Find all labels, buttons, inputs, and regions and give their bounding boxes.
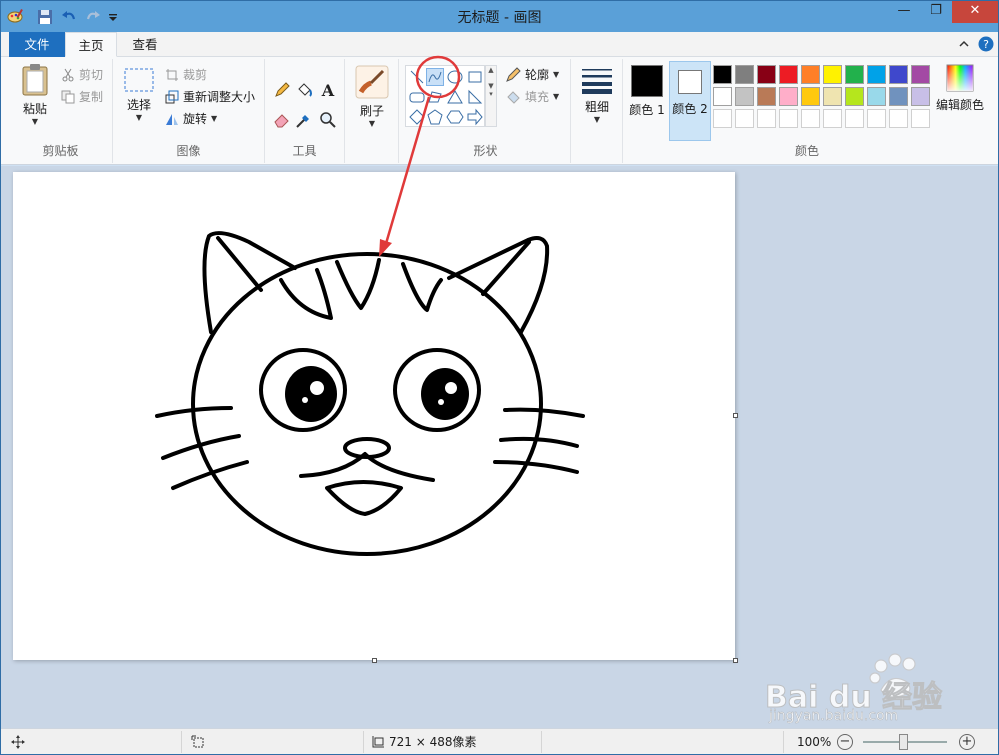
resize-handle-corner[interactable] bbox=[733, 658, 738, 663]
status-separator bbox=[181, 731, 182, 753]
resize-handle-right[interactable] bbox=[733, 413, 738, 418]
cat-left-eye bbox=[259, 348, 347, 432]
watermark-url: jingyan.baidu.com bbox=[769, 708, 899, 724]
zoom-level: 100% bbox=[797, 735, 832, 749]
cat-whiskers-right bbox=[503, 407, 585, 418]
selection-size bbox=[191, 733, 205, 751]
paint-window: 无标题 - 画图 — ❐ ✕ 文件 主页 查看 ? 粘贴 ▼ 剪切 复制 剪贴板… bbox=[0, 0, 999, 755]
zoom-slider-thumb[interactable] bbox=[899, 734, 908, 750]
cursor-position bbox=[11, 733, 25, 751]
cat-right-eye bbox=[393, 348, 481, 432]
status-separator bbox=[783, 731, 784, 753]
move-cursor-icon bbox=[11, 735, 25, 749]
image-dimensions: 721 × 488像素 bbox=[371, 733, 477, 751]
image-size-icon bbox=[372, 736, 384, 748]
zoom-in-button[interactable]: + bbox=[959, 734, 975, 750]
selection-size-icon bbox=[191, 735, 204, 748]
zoom-out-button[interactable]: − bbox=[837, 734, 853, 750]
status-separator bbox=[363, 731, 364, 753]
baidu-watermark: Bai du 经验 jingyan.baidu.com bbox=[761, 646, 991, 726]
annotation-arrow bbox=[379, 96, 431, 257]
cat-mouth bbox=[299, 452, 435, 482]
status-separator bbox=[541, 731, 542, 753]
image-dimensions-text: 721 × 488像素 bbox=[389, 735, 477, 749]
resize-handle-bottom[interactable] bbox=[372, 658, 377, 663]
status-bar: 721 × 488像素 100% − + bbox=[1, 728, 998, 754]
